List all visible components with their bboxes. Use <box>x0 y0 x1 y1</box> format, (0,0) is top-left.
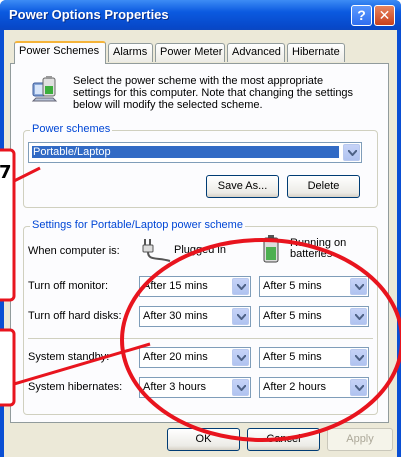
select-value: After 15 mins <box>143 280 208 292</box>
settings-group: Settings for Portable/Laptop power schem… <box>23 219 378 415</box>
intro-text: Select the power scheme with the most ap… <box>73 75 354 111</box>
tab-alarms[interactable]: Alarms <box>108 43 153 62</box>
select-value: After 2 hours <box>263 381 326 393</box>
dialog-client: Power Schemes Alarms Power Meter Advance… <box>4 30 397 457</box>
system-standby-plugged-select[interactable]: After 20 mins <box>139 347 251 368</box>
select-value: After 20 mins <box>143 351 208 363</box>
power-schemes-group-title: Power schemes <box>30 123 113 135</box>
settings-group-title: Settings for Portable/Laptop power schem… <box>30 219 245 231</box>
help-icon: ? <box>357 7 366 23</box>
tab-label: Advanced <box>232 46 281 58</box>
tab-label: Alarms <box>113 46 148 58</box>
turn-off-hard-disks-plugged-select[interactable]: After 30 mins <box>139 306 251 327</box>
close-icon: ✕ <box>378 7 391 23</box>
chevron-down-icon <box>232 308 249 325</box>
chevron-down-icon <box>350 278 367 295</box>
select-value: After 30 mins <box>143 310 208 322</box>
title-bar[interactable]: Power Options Properties ? ✕ <box>0 0 401 30</box>
divider <box>28 338 373 339</box>
select-value: After 3 hours <box>143 381 206 393</box>
turn-off-monitor-label: Turn off monitor: <box>28 280 109 292</box>
help-button[interactable]: ? <box>351 5 372 26</box>
window-title: Power Options Properties <box>9 7 169 22</box>
turn-off-hard-disks-label: Turn off hard disks: <box>28 310 122 322</box>
chevron-down-icon <box>350 308 367 325</box>
chevron-down-icon <box>350 379 367 396</box>
chevron-down-icon <box>232 278 249 295</box>
power-schemes-group: Power schemes Portable/Laptop Save As...… <box>23 123 378 208</box>
delete-button[interactable]: Delete <box>287 175 360 198</box>
select-value: After 5 mins <box>263 351 322 363</box>
power-scheme-value: Portable/Laptop <box>32 146 339 158</box>
power-scheme-select[interactable]: Portable/Laptop <box>28 142 362 163</box>
system-standby-battery-select[interactable]: After 5 mins <box>259 347 369 368</box>
power-schemes-panel: Select the power scheme with the most ap… <box>10 63 389 423</box>
battery-laptop-icon <box>31 76 58 102</box>
chevron-down-icon <box>232 379 249 396</box>
chevron-down-icon <box>343 144 360 161</box>
tab-label: Power Meter <box>160 46 223 58</box>
apply-button[interactable]: Apply <box>327 428 393 451</box>
system-hibernates-label: System hibernates: <box>28 381 123 393</box>
turn-off-monitor-battery-select[interactable]: After 5 mins <box>259 276 369 297</box>
tab-label: Hibernate <box>292 46 340 58</box>
ok-button[interactable]: OK <box>167 428 240 451</box>
turn-off-monitor-plugged-select[interactable]: After 15 mins <box>139 276 251 297</box>
running-on-batteries-label: Running on batteries <box>290 237 347 260</box>
select-value: After 5 mins <box>263 310 322 322</box>
battery-icon <box>263 235 279 263</box>
save-as-button[interactable]: Save As... <box>206 175 279 198</box>
select-value: After 5 mins <box>263 280 322 292</box>
tab-power-schemes[interactable]: Power Schemes <box>14 41 106 64</box>
power-options-window: Power Options Properties ? ✕ Power Schem… <box>0 0 401 457</box>
system-standby-label: System standby: <box>28 351 110 363</box>
when-computer-is-label: When computer is: <box>28 245 120 257</box>
system-hibernates-plugged-select[interactable]: After 3 hours <box>139 377 251 398</box>
system-hibernates-battery-select[interactable]: After 2 hours <box>259 377 369 398</box>
tab-strip: Power Schemes Alarms Power Meter Advance… <box>4 30 397 66</box>
tab-advanced[interactable]: Advanced <box>227 43 285 62</box>
chevron-down-icon <box>350 349 367 366</box>
tab-label: Power Schemes <box>19 45 100 57</box>
cancel-button[interactable]: Cancel <box>247 428 320 451</box>
plugged-in-label: Plugged in <box>174 244 226 256</box>
tab-power-meter[interactable]: Power Meter <box>155 43 225 62</box>
chevron-down-icon <box>232 349 249 366</box>
turn-off-hard-disks-battery-select[interactable]: After 5 mins <box>259 306 369 327</box>
close-button[interactable]: ✕ <box>374 5 395 26</box>
tab-hibernate[interactable]: Hibernate <box>287 43 345 62</box>
power-plug-icon <box>142 239 171 262</box>
